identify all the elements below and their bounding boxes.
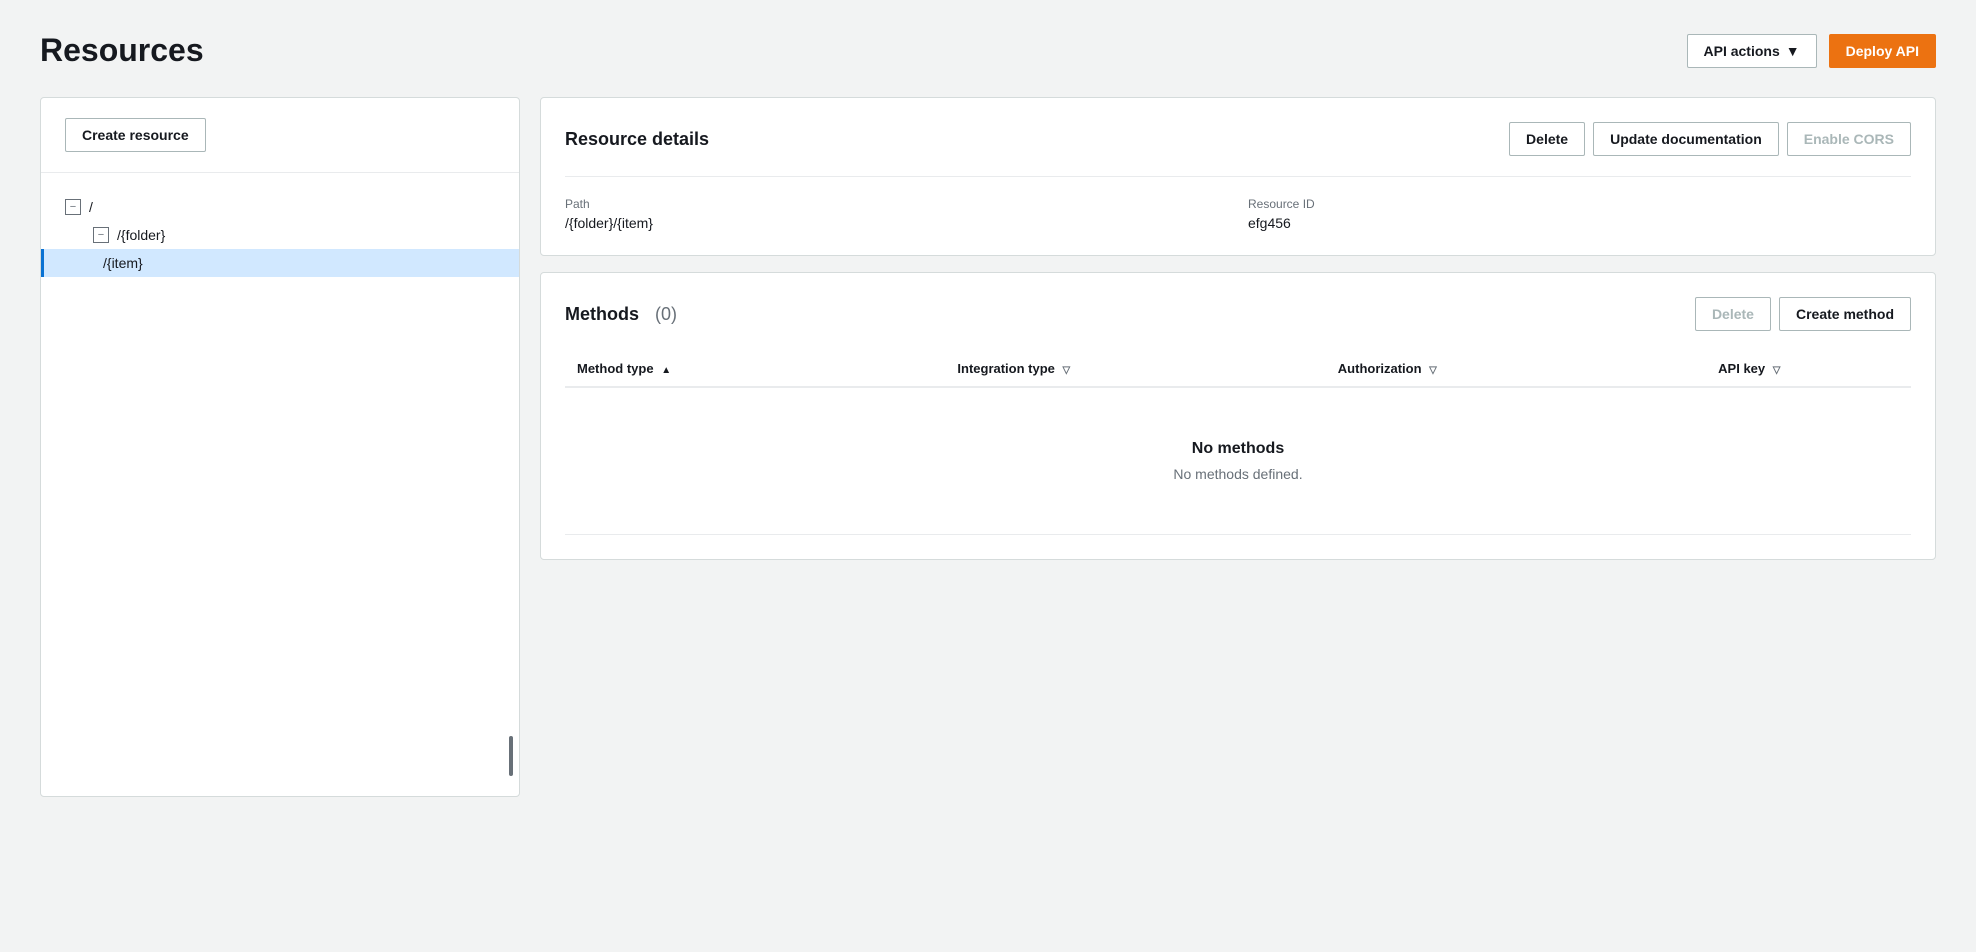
tree-item-root[interactable]: − / [65,193,495,221]
resource-delete-button[interactable]: Delete [1509,122,1585,156]
method-type-sort-icon: ▲ [661,365,671,376]
create-resource-button[interactable]: Create resource [65,118,206,152]
tree-item-folder-label: /{folder} [117,227,165,243]
resize-handle[interactable] [509,736,513,776]
methods-table: Method type ▲ Integration type ▽ Authori… [565,351,1911,535]
no-methods-sub: No methods defined. [597,466,1879,482]
resource-id-value: efg456 [1248,215,1911,231]
content-area: Create resource − / − /{folder} /{item} [40,97,1936,797]
api-key-header-label: API key [1718,361,1765,376]
resource-details-grid: Path /{folder}/{item} Resource ID efg456 [565,176,1911,231]
resource-id-label: Resource ID [1248,197,1911,211]
no-methods-container: No methods No methods defined. [577,400,1899,522]
create-method-button[interactable]: Create method [1779,297,1911,331]
left-panel: Create resource − / − /{folder} /{item} [40,97,520,797]
authorization-sort-icon: ▽ [1429,365,1437,376]
expand-icon-root: − [65,199,81,215]
methods-actions: Delete Create method [1695,297,1911,331]
api-key-header[interactable]: API key ▽ [1706,351,1911,387]
tree-item-folder[interactable]: − /{folder} [65,221,495,249]
method-type-header[interactable]: Method type ▲ [565,351,945,387]
path-label: Path [565,197,1228,211]
methods-delete-button[interactable]: Delete [1695,297,1771,331]
deploy-api-button[interactable]: Deploy API [1829,34,1936,68]
authorization-header-label: Authorization [1338,361,1422,376]
tree-item-item[interactable]: /{item} [41,249,519,277]
page-title: Resources [40,32,204,69]
resource-details-card: Resource details Delete Update documenta… [540,97,1936,256]
right-panel: Resource details Delete Update documenta… [540,97,1936,560]
resource-tree: − / − /{folder} /{item} [41,173,519,297]
methods-card: Methods (0) Delete Create method Method … [540,272,1936,560]
resource-id-field: Resource ID efg456 [1248,197,1911,231]
left-panel-top: Create resource [41,98,519,173]
expand-icon-folder: − [93,227,109,243]
integration-type-sort-icon: ▽ [1063,365,1071,376]
methods-table-header-row: Method type ▲ Integration type ▽ Authori… [565,351,1911,387]
methods-header: Methods (0) Delete Create method [565,297,1911,331]
dropdown-icon: ▼ [1786,43,1800,59]
api-actions-label: API actions [1704,43,1780,59]
api-actions-button[interactable]: API actions ▼ [1687,34,1817,68]
methods-title: Methods [565,304,639,325]
integration-type-header-label: Integration type [957,361,1055,376]
integration-type-header[interactable]: Integration type ▽ [945,351,1325,387]
path-field: Path /{folder}/{item} [565,197,1228,231]
header-actions: API actions ▼ Deploy API [1687,34,1937,68]
enable-cors-button[interactable]: Enable CORS [1787,122,1911,156]
resource-details-title: Resource details [565,129,709,150]
path-value: /{folder}/{item} [565,215,1228,231]
update-documentation-button[interactable]: Update documentation [1593,122,1779,156]
resource-details-header: Resource details Delete Update documenta… [565,122,1911,156]
methods-count: (0) [655,304,677,325]
api-key-sort-icon: ▽ [1773,365,1781,376]
tree-item-root-label: / [89,199,93,215]
method-type-header-label: Method type [577,361,654,376]
no-methods-title: No methods [597,440,1879,458]
tree-item-item-label: /{item} [103,255,143,271]
no-methods-row: No methods No methods defined. [565,387,1911,535]
authorization-header[interactable]: Authorization ▽ [1326,351,1706,387]
resource-details-actions: Delete Update documentation Enable CORS [1509,122,1911,156]
